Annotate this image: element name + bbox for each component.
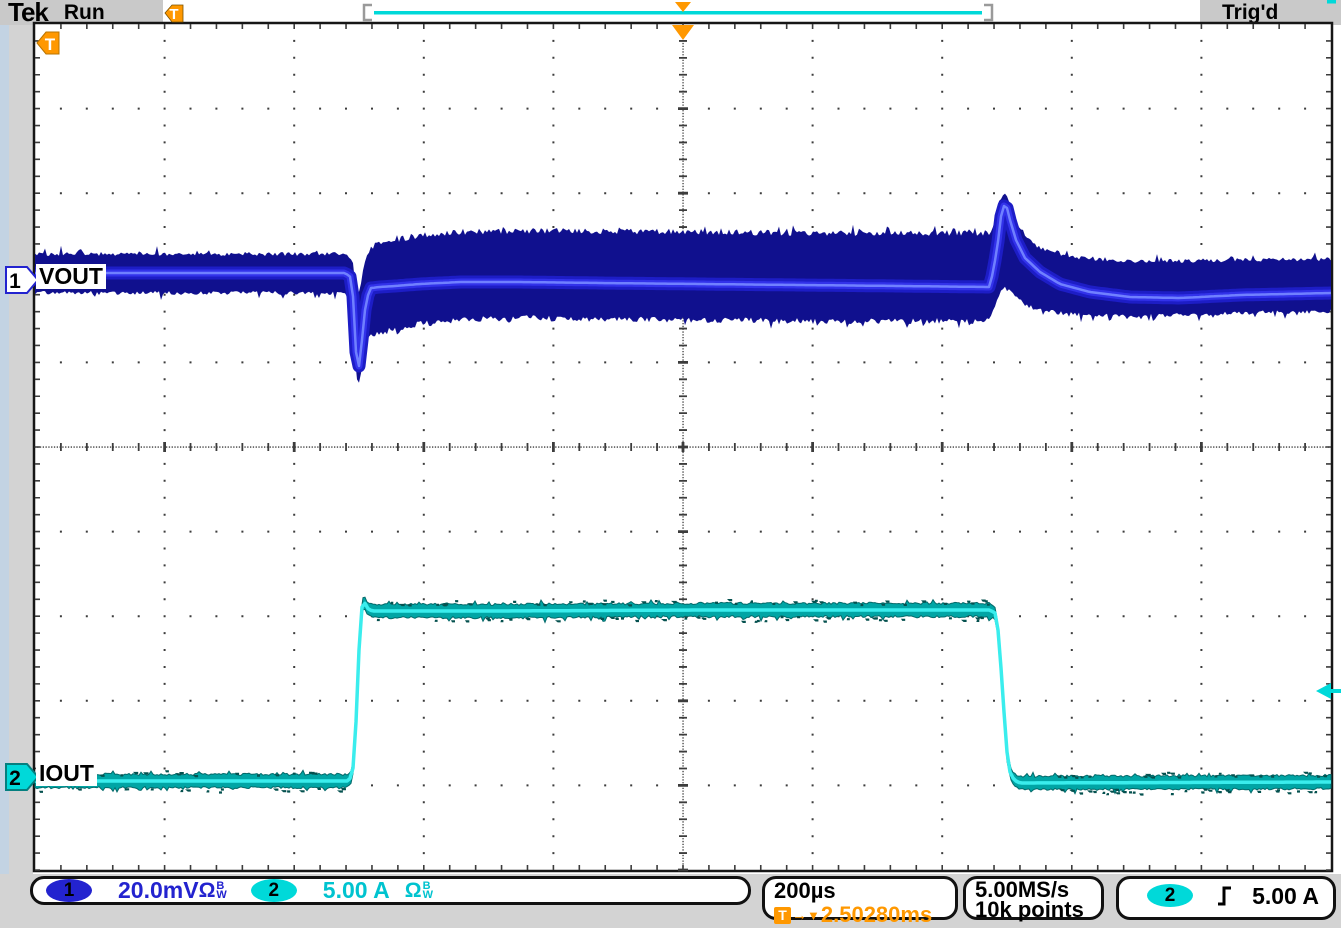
ch2-scale-readout: 5.00 A [323,877,390,904]
triangle-down-icon: ▼ [807,908,820,923]
oscilloscope-screen: Tek Run Trig'd TT12 VOUT IOUT 1 20.0mV Ω… [0,0,1341,928]
trigger-readout-box[interactable]: 2 5.00 A [1116,876,1336,920]
ch1-impedance: Ω [199,879,216,903]
trigger-source-badge[interactable]: 2 [1147,884,1193,907]
ch2-impedance: Ω [405,879,422,903]
top-right-cyan-tick [1327,0,1336,4]
trigger-delay-value: 2.50280ms [821,902,932,928]
trigger-t-letter: T [45,35,56,54]
ch1-scale-readout: 20.0mV [118,877,199,904]
arrow-right-icon: → [792,907,807,924]
record-view-left-bracket [364,5,372,20]
trigger-delay-row: T → ▼ 2.50280ms [774,902,955,928]
ch1-position-marker-label: 1 [9,270,21,293]
scope-display: T T 1 2 [0,0,1341,928]
ch1-bw-limit: BW [216,882,226,900]
trigger-level-arrow-tail [1331,689,1341,693]
trigger-level: 5.00 A [1252,883,1319,910]
record-view-trigger-marker [675,2,691,12]
timebase-scale: 200µs [774,880,955,901]
horizontal-readout-box[interactable]: 200µs T → ▼ 2.50280ms [762,876,958,920]
ch1-badge[interactable]: 1 [46,879,92,902]
record-length: 10k points [975,900,1101,920]
t-flag-letter: T [169,6,178,23]
ch2-badge[interactable]: 2 [251,879,297,902]
ch2-bw-limit: BW [423,882,433,900]
ch2-position-marker-label: 2 [9,767,21,790]
record-view-right-bracket [984,5,992,20]
record-view-window-line [374,11,982,15]
trigger-t-icon: T [774,907,791,924]
acquisition-readout-box[interactable]: 5.00MS/s 10k points [963,876,1104,920]
channel-readout-box[interactable]: 1 20.0mV Ω BW 2 5.00 A Ω BW [30,876,751,905]
ch2-waveform-label: IOUT [36,761,97,786]
rising-edge-icon [1217,885,1233,907]
ch1-waveform-label: VOUT [36,264,106,289]
